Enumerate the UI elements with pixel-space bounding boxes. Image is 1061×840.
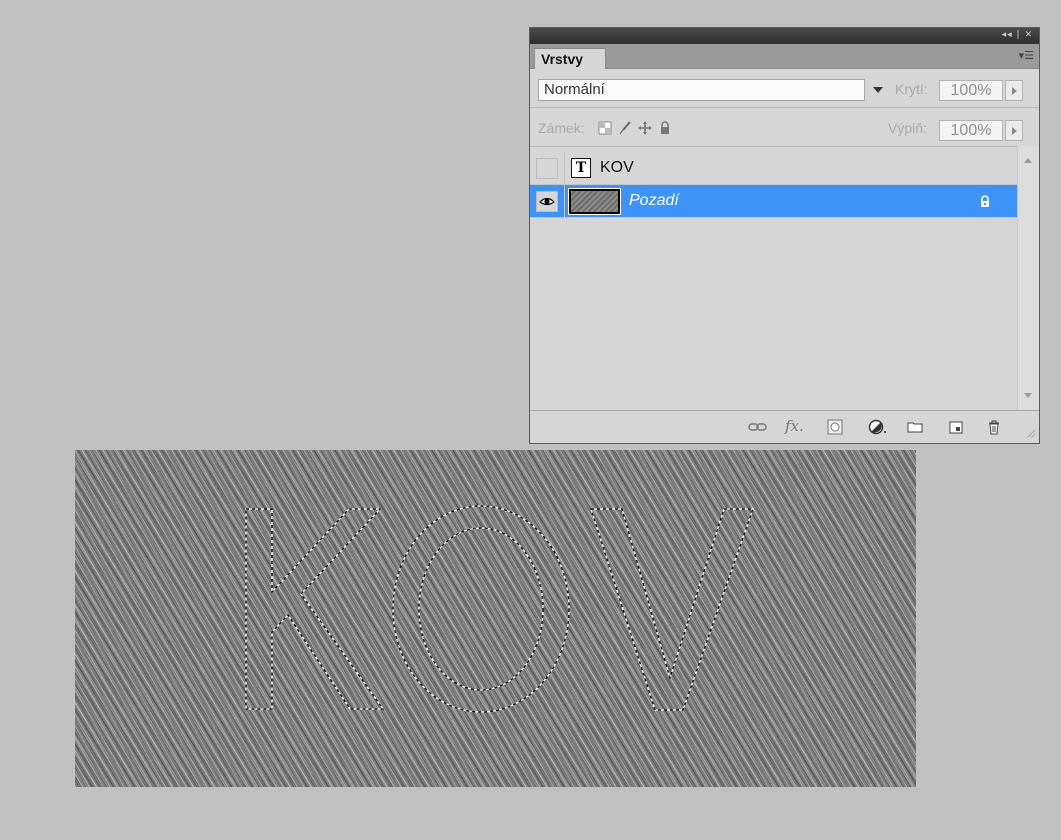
resize-grip-icon[interactable] <box>1026 429 1036 439</box>
text-selection-marquee[interactable] <box>75 450 916 787</box>
layer-thumbnail[interactable] <box>568 188 621 215</box>
chevron-down-icon[interactable] <box>873 87 883 93</box>
fx-icon[interactable]: fx. <box>785 419 809 435</box>
lock-transparency-icon[interactable] <box>598 121 612 135</box>
link-layers-icon[interactable] <box>748 419 768 435</box>
new-layer-icon[interactable] <box>948 419 964 435</box>
fill-label: Výplň: <box>888 120 927 136</box>
fill-field[interactable]: 100% <box>939 120 1003 141</box>
tab-layers[interactable]: Vrstvy <box>534 48 606 69</box>
scroll-up-icon[interactable] <box>1024 158 1032 163</box>
layer-row-pozadi[interactable]: Pozadí <box>530 185 1017 218</box>
opacity-slider-button[interactable] <box>1005 80 1023 101</box>
adjustment-layer-icon[interactable] <box>868 419 888 435</box>
panel-titlebar[interactable]: ◂◂ | ✕ <box>530 28 1039 44</box>
panel-tab-row: Vrstvy ▾☰ <box>530 44 1039 69</box>
layers-panel: ◂◂ | ✕ Vrstvy ▾☰ Normální Krytí: 100% Zá… <box>529 27 1040 444</box>
layer-mask-icon[interactable] <box>827 419 843 435</box>
lock-row: Zámek: Výplň: 100% <box>530 108 1039 147</box>
panel-window-controls[interactable]: ◂◂ | ✕ <box>1002 30 1033 41</box>
text-layer-icon: T <box>571 158 591 178</box>
layer-name[interactable]: KOV <box>600 159 634 177</box>
lock-pixels-brush-icon[interactable] <box>618 121 632 135</box>
lock-label: Zámek: <box>538 120 585 136</box>
scroll-down-icon[interactable] <box>1024 393 1032 398</box>
layer-row-kov[interactable]: T KOV <box>530 152 1017 185</box>
trash-icon[interactable] <box>986 419 1002 435</box>
lock-icon <box>981 195 989 207</box>
opacity-label: Krytí: <box>895 81 928 97</box>
visibility-toggle[interactable] <box>536 191 558 212</box>
visibility-toggle[interactable] <box>536 158 558 179</box>
fill-slider-button[interactable] <box>1005 120 1023 141</box>
opacity-field[interactable]: 100% <box>939 80 1003 101</box>
layers-scrollbar[interactable] <box>1017 146 1039 410</box>
divider <box>564 152 565 185</box>
document-canvas[interactable] <box>75 450 916 787</box>
divider <box>564 185 565 218</box>
panel-footer: fx. <box>530 410 1039 443</box>
layers-list: T KOV Pozadí <box>530 146 1017 410</box>
layer-name[interactable]: Pozadí <box>629 192 679 210</box>
blend-row: Normální Krytí: 100% <box>530 69 1039 108</box>
lock-all-icon[interactable] <box>658 121 672 135</box>
lock-position-move-icon[interactable] <box>638 121 652 135</box>
eye-icon <box>539 197 555 206</box>
new-group-icon[interactable] <box>907 419 923 435</box>
blend-mode-select[interactable]: Normální <box>538 79 865 101</box>
panel-menu-icon[interactable]: ▾☰ <box>1019 49 1034 62</box>
